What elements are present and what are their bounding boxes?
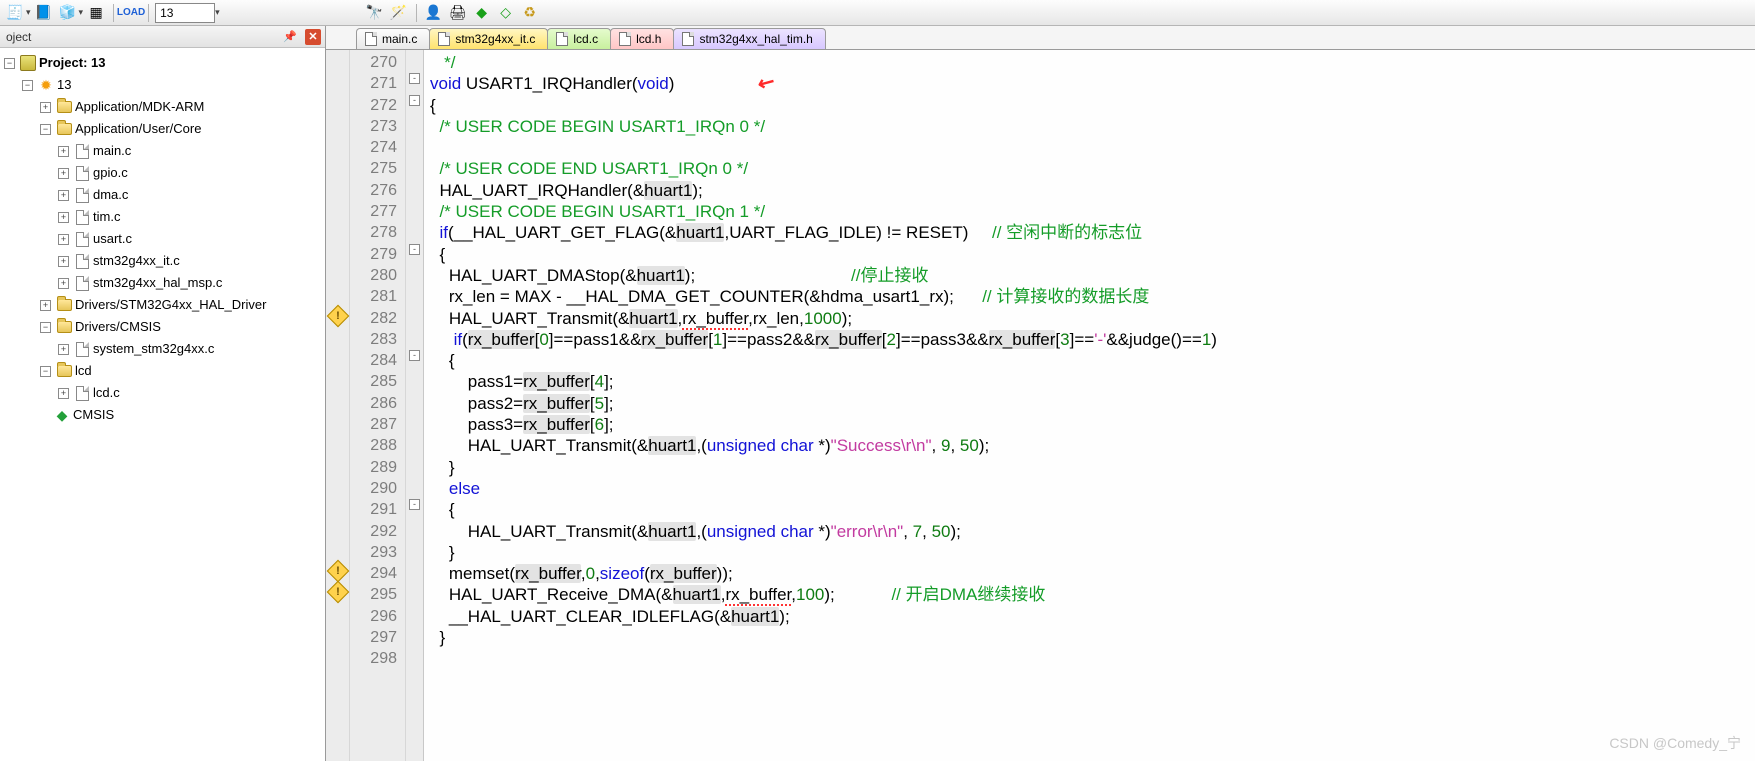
file-icon [438,32,450,46]
editor-tabs: main.cstm32g4xx_it.clcd.clcd.hstm32g4xx_… [326,26,1755,50]
separator [416,4,417,22]
tree-file[interactable]: + main.c [58,140,325,162]
line-gutter: 2702712722732742752762772782792802812822… [350,50,406,761]
tree-folder[interactable]: − lcd [40,360,325,382]
warning-icon[interactable] [326,581,349,604]
project-tree[interactable]: − Project: 13−✹ 13+ Application/MDK-ARM−… [0,48,325,761]
tree-folder[interactable]: + Drivers/STM32G4xx_HAL_Driver [40,294,325,316]
tree-file[interactable]: + dma.c [58,184,325,206]
tab-lcd-c[interactable]: lcd.c [547,28,611,49]
tree-file[interactable]: + stm32g4xx_hal_msp.c [58,272,325,294]
close-icon[interactable]: ✕ [305,29,321,45]
fold-toggle[interactable]: - [409,350,420,361]
stack-icon[interactable]: 🧊 [57,2,79,24]
tree-target[interactable]: −✹ 13 [22,74,325,96]
layers-icon[interactable]: 🧾 [4,2,26,24]
project-panel: oject 📌 ✕ − Project: 13−✹ 13+ Applicatio… [0,26,326,761]
file-icon [619,32,631,46]
tab-stm32g4xx_it-c[interactable]: stm32g4xx_it.c [429,28,548,49]
separator [113,4,114,22]
warning-icon[interactable] [326,304,349,327]
tree-folder[interactable]: − Drivers/CMSIS [40,316,325,338]
tree-file[interactable]: + stm32g4xx_it.c [58,250,325,272]
tree-file[interactable]: + system_stm32g4xx.c [58,338,325,360]
fold-toggle[interactable]: - [409,499,420,510]
book-icon[interactable]: 📘 [33,2,55,24]
diamond-green2-icon[interactable]: ◇ [495,2,517,24]
tree-file[interactable]: + usart.c [58,228,325,250]
fold-toggle[interactable]: - [409,73,420,84]
recycle-icon[interactable]: ♻ [519,2,541,24]
pin-icon[interactable]: 📌 [283,30,297,43]
separator [148,4,149,22]
tree-file[interactable]: + gpio.c [58,162,325,184]
diamond-green-icon[interactable]: ◆ [471,2,493,24]
tree-file[interactable]: + tim.c [58,206,325,228]
load-icon[interactable]: LOAD [120,2,142,24]
tree-cmsis[interactable]: ◆ CMSIS [40,404,325,426]
tree-folder[interactable]: + Application/MDK-ARM [40,96,325,118]
code-source[interactable]: */ void USART1_IRQHandler(void) { /* USE… [424,50,1755,761]
fold-column: - - - - - [406,50,424,761]
tree-file[interactable]: + lcd.c [58,382,325,404]
marker-column [326,50,350,761]
file-icon [682,32,694,46]
grid-icon[interactable]: ▦ [85,2,107,24]
tab-stm32g4xx_hal_tim-h[interactable]: stm32g4xx_hal_tim.h [673,28,825,49]
editor-area: ↘ main.cstm32g4xx_it.clcd.clcd.hstm32g4x… [326,26,1755,761]
person-icon[interactable]: 👤 [423,2,445,24]
warning-icon[interactable] [326,560,349,583]
tab-main-c[interactable]: main.c [356,28,430,49]
fold-toggle[interactable]: - [409,95,420,106]
fold-toggle[interactable]: - [409,244,420,255]
file-icon [365,32,377,46]
tab-lcd-h[interactable]: lcd.h [610,28,674,49]
code-editor[interactable]: 2702712722732742752762772782792802812822… [326,50,1755,761]
main-toolbar: 🧾▾ 📘 🧊▾ ▦ LOAD ▾ 🔭 🪄 👤 🖨 ◆ ◇ ♻ [0,0,1755,26]
wand-icon[interactable]: 🪄 [388,2,410,24]
panel-title-text: oject [6,30,31,44]
target-select[interactable] [155,3,215,23]
tree-root[interactable]: − Project: 13 [4,52,325,74]
file-icon [556,32,568,46]
binoculars-icon[interactable]: 🔭 [364,2,386,24]
watermark: CSDN @Comedy_宁 [1609,733,1741,753]
project-panel-title: oject 📌 ✕ [0,26,325,48]
tree-folder[interactable]: − Application/User/Core [40,118,325,140]
copy-icon[interactable]: 🖨 [447,2,469,24]
